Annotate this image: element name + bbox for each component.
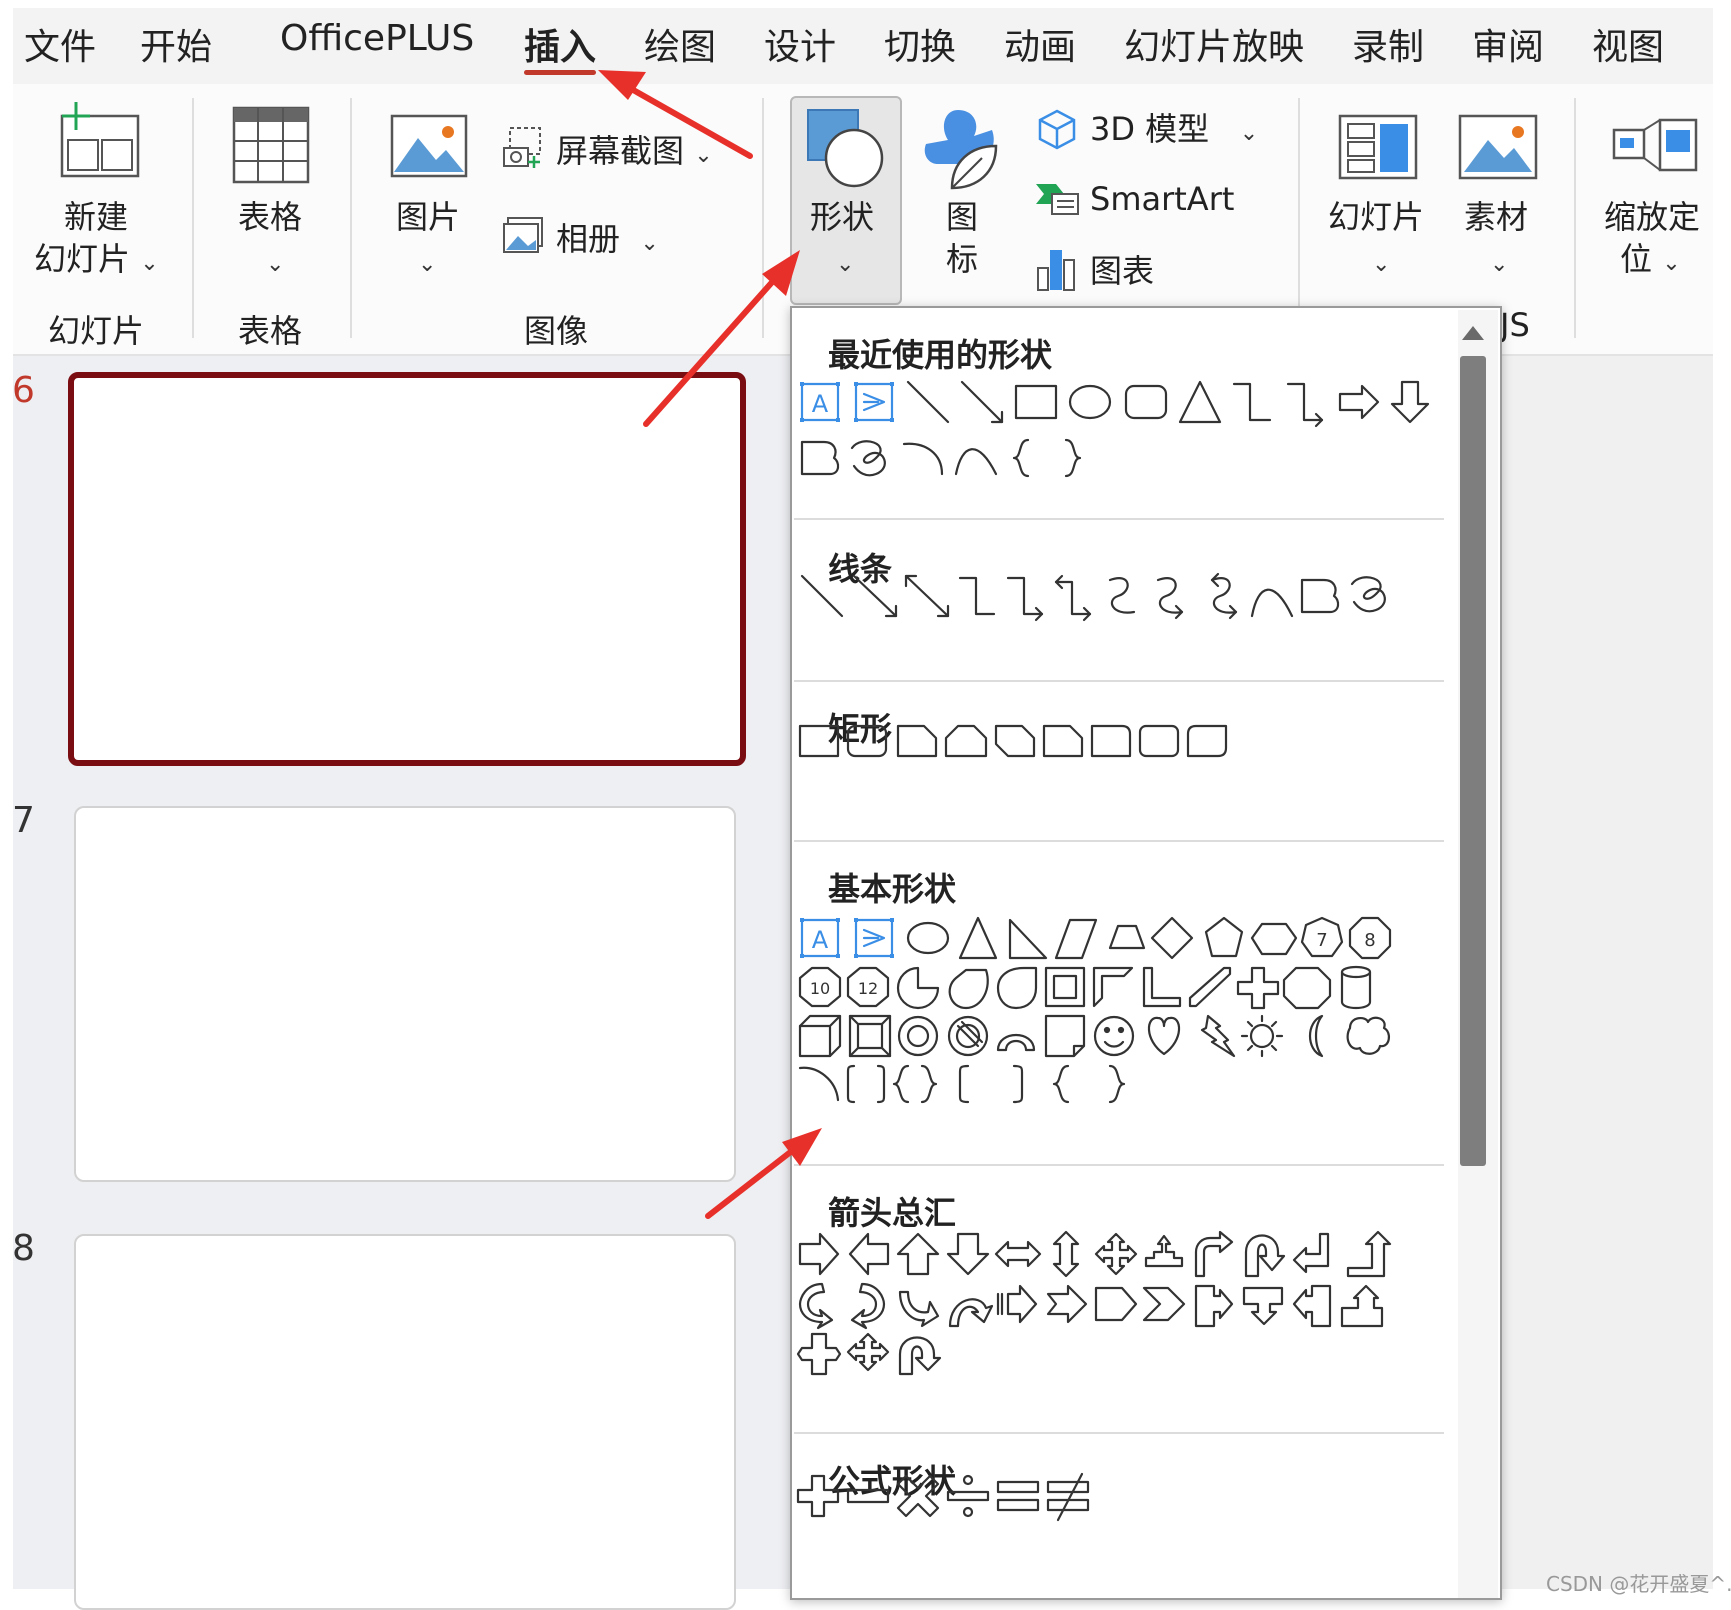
watermark: CSDN @花开盛夏^.^ xyxy=(1546,1572,1731,1596)
red-arrow-to-shapes-button xyxy=(643,259,793,427)
annotation-arrows xyxy=(598,70,822,1219)
